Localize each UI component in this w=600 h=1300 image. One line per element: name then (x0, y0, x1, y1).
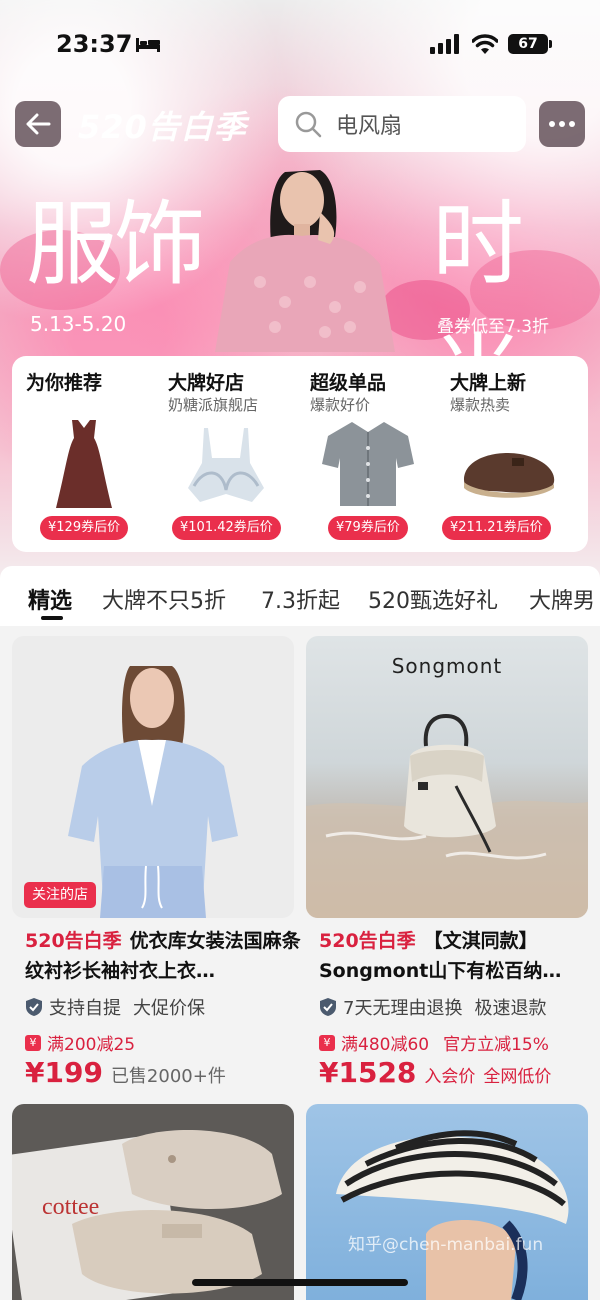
category-subtitle: 爆款热卖 (450, 396, 511, 414)
tab-brand-discount[interactable]: 大牌不只5折 (102, 583, 226, 615)
search-icon (295, 111, 322, 138)
promo-extra: 官方立减15% (443, 1035, 549, 1055)
banner-coupon-note: 叠券低至7.3折 (437, 317, 550, 337)
clog-icon (464, 453, 555, 498)
product-price: ¥1528 入会价 全网低价 (319, 1056, 551, 1089)
product-image[interactable]: 关注的店 (12, 636, 294, 918)
battery-indicator: 67 (508, 34, 552, 54)
shoes-photo: cottee (12, 1130, 282, 1300)
category-price: ¥211.21券后价 (442, 516, 551, 540)
category-title: 大牌上新 (450, 372, 527, 394)
category-subtitle: 爆款好价 (310, 396, 371, 414)
category-price: ¥101.42券后价 (172, 516, 281, 540)
banner-date-range: 5.13-5.20 (30, 312, 127, 336)
promo-tag: 520告白季 (319, 930, 416, 952)
service-line: 支持自提 大促价保 (25, 994, 205, 1020)
price-value: ¥1528 (319, 1056, 417, 1089)
back-button[interactable] (15, 101, 61, 147)
tab-featured[interactable]: 精选 (28, 583, 72, 615)
category-super-item[interactable]: 超级单品 爆款好价 ¥79券后价 (296, 356, 438, 552)
category-title: 超级单品 (310, 372, 387, 394)
coupon-icon: ¥ (25, 1034, 41, 1051)
banner-left-text: 服饰 (26, 191, 206, 298)
promo-text: 满480减60 (341, 1035, 430, 1055)
product-image[interactable]: Songmont (306, 636, 588, 918)
watermark: 知乎@chen-manbai.fun (348, 1235, 544, 1255)
price-value: ¥199 (25, 1056, 103, 1089)
dress-icon (56, 420, 112, 508)
promo-line: ¥ 满200减25 (25, 1030, 135, 1055)
tab-520-gifts[interactable]: 520甄选好礼 (368, 583, 498, 615)
cardigan-icon (322, 422, 414, 506)
category-recommend[interactable]: 为你推荐 ¥129券后价 (12, 356, 154, 552)
search-placeholder: 电风扇 (336, 114, 403, 139)
lowest-price-note: 全网低价 (483, 1067, 552, 1087)
wifi-icon (472, 34, 498, 54)
tab-bar: 精选 大牌不只5折 7.3折起 520甄选好礼 大牌男 (0, 566, 600, 626)
active-tab-indicator (41, 616, 63, 620)
brand-logo: Songmont (391, 654, 503, 678)
service-item: 大促价保 (133, 998, 205, 1019)
service-item: 7天无理由退换 (343, 998, 463, 1019)
category-title: 大牌好店 (168, 372, 245, 394)
product-title[interactable]: 520告白季 优衣库女装法国麻条纹衬衫长袖衬衣上衣… (25, 926, 301, 986)
bed-icon (136, 38, 160, 52)
category-card: 为你推荐 ¥129券后价 大牌好店 奶糖派旗舰店 ¥101.42券后价 超级单品… (12, 356, 588, 552)
service-item: 支持自提 (49, 998, 121, 1019)
model-image (215, 170, 395, 352)
product-image[interactable] (306, 1104, 588, 1300)
category-brand-store[interactable]: 大牌好店 奶糖派旗舰店 ¥101.42券后价 (154, 356, 296, 552)
category-price: ¥129券后价 (40, 516, 129, 540)
cellular-signal-icon (430, 34, 459, 54)
home-indicator[interactable] (192, 1279, 408, 1286)
coupon-icon: ¥ (319, 1034, 335, 1051)
product-title[interactable]: 520告白季 【文淇同款】Songmont山下有松百纳… (319, 926, 595, 986)
bra-icon (188, 428, 264, 502)
followed-store-badge: 关注的店 (24, 882, 96, 908)
product-price: ¥199 已售2000+件 (25, 1056, 226, 1089)
back-arrow-icon (26, 113, 51, 135)
shield-check-icon (320, 998, 336, 1016)
more-dots-icon (549, 121, 575, 127)
product-grid: 关注的店 Songmont 520告白季 优衣库女装法国麻条纹衬衫长袖衬衣上衣… … (0, 626, 600, 1300)
service-line: 7天无理由退换 极速退款 (319, 994, 546, 1020)
category-subtitle: 奶糖派旗舰店 (168, 396, 259, 414)
sun-hat-photo (336, 1130, 569, 1300)
category-new-arrival[interactable]: 大牌上新 爆款热卖 ¥211.21券后价 (436, 356, 578, 552)
more-options-button[interactable] (539, 101, 585, 147)
sales-count: 已售2000+件 (110, 1066, 226, 1087)
tab-73-off[interactable]: 7.3折起 (261, 583, 340, 615)
promo-tag: 520告白季 (25, 930, 122, 952)
status-bar: 23:37 67 (0, 0, 600, 90)
service-item: 极速退款 (474, 998, 547, 1019)
status-time: 23:37 (56, 30, 133, 58)
category-price: ¥79券后价 (328, 516, 408, 540)
promo-text: 满200减25 (47, 1035, 136, 1055)
brand-logo: cottee (42, 1194, 99, 1220)
member-price-note: 入会价 (424, 1067, 476, 1087)
page-title: 520告白季 (78, 108, 247, 146)
promo-line: ¥ 满480减60 官方立减15% (319, 1030, 549, 1055)
model-photo (68, 666, 238, 918)
backpack-photo (306, 713, 588, 918)
shield-check-icon (26, 998, 42, 1016)
product-image[interactable]: cottee (12, 1104, 294, 1300)
search-input[interactable]: 电风扇 (278, 96, 526, 152)
category-title: 为你推荐 (26, 372, 103, 394)
tab-brand-men[interactable]: 大牌男 (529, 583, 595, 615)
